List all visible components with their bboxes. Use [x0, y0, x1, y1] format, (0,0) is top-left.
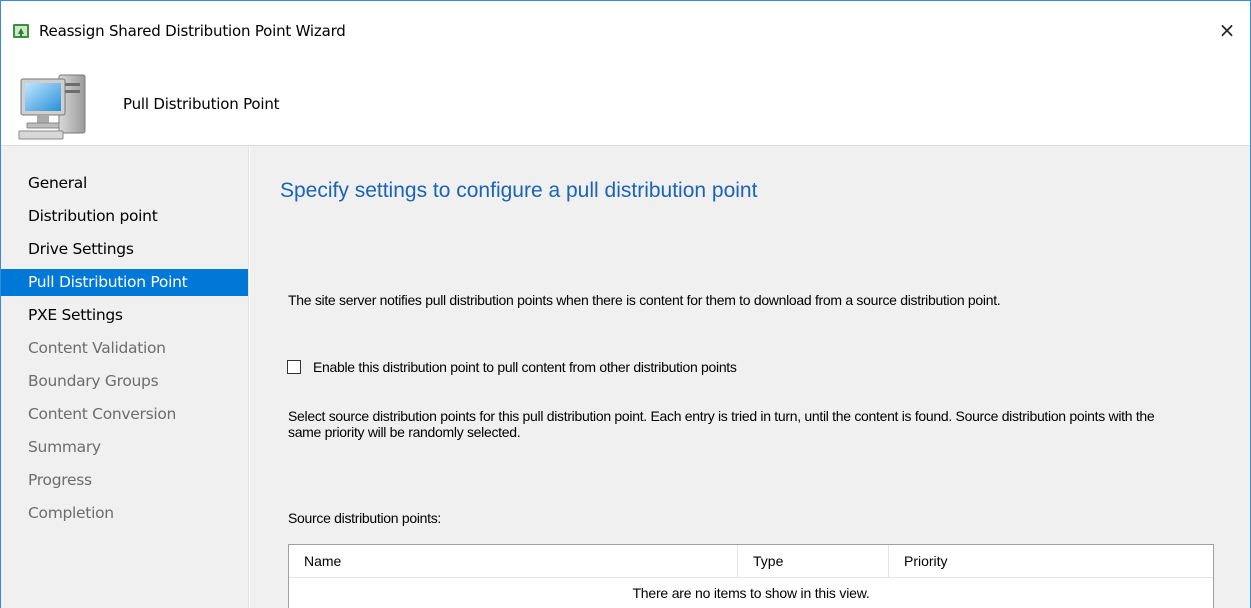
wizard-window: Reassign Shared Distribution Point Wizar…	[0, 0, 1251, 608]
nav-item-content-validation: Content Validation	[28, 339, 166, 357]
source-distribution-points-list[interactable]: Name Type Priority There are no items to…	[288, 544, 1214, 608]
page-heading: Specify settings to configure a pull dis…	[280, 179, 758, 202]
nav-item-completion: Completion	[28, 504, 114, 522]
wizard-steps-sidebar: General Distribution point Drive Setting…	[1, 146, 249, 608]
nav-item-distribution-point[interactable]: Distribution point	[1, 203, 248, 230]
nav-item-progress: Progress	[28, 471, 92, 489]
description-text: The site server notifies pull distributi…	[288, 292, 1001, 308]
enable-pull-checkbox-row[interactable]: Enable this distribution point to pull c…	[287, 359, 737, 375]
enable-pull-checkbox[interactable]	[287, 360, 301, 374]
column-header-priority[interactable]: Priority	[889, 545, 1213, 578]
nav-item-pull-distribution-point[interactable]: Pull Distribution Point	[1, 269, 248, 296]
wizard-page-title: Pull Distribution Point	[123, 95, 280, 113]
nav-item-general[interactable]: General	[1, 170, 248, 197]
nav-item-summary: Summary	[28, 438, 101, 456]
source-info-text: Select source distribution points for th…	[288, 408, 1155, 440]
nav-item-content-conversion: Content Conversion	[28, 405, 177, 423]
close-button[interactable]: ×	[1210, 13, 1244, 47]
nav-item-boundary-groups: Boundary Groups	[28, 372, 159, 390]
wizard-header: Pull Distribution Point	[1, 59, 1250, 146]
close-icon: ×	[1218, 18, 1236, 42]
nav-item-pxe-settings[interactable]: PXE Settings	[1, 302, 248, 329]
column-header-type[interactable]: Type	[738, 545, 889, 578]
list-empty-message: There are no items to show in this view.	[632, 585, 870, 601]
window-title: Reassign Shared Distribution Point Wizar…	[39, 22, 346, 40]
computer-icon	[18, 74, 86, 140]
nav-item-drive-settings[interactable]: Drive Settings	[1, 236, 248, 263]
main-content: Specify settings to configure a pull dis…	[250, 146, 1250, 608]
source-distribution-points-label: Source distribution points:	[288, 510, 441, 526]
enable-pull-checkbox-label: Enable this distribution point to pull c…	[313, 359, 737, 375]
wizard-app-icon	[13, 24, 29, 38]
list-header: Name Type Priority	[289, 545, 1213, 578]
title-bar: Reassign Shared Distribution Point Wizar…	[1, 1, 1250, 59]
column-header-name[interactable]: Name	[289, 545, 738, 578]
